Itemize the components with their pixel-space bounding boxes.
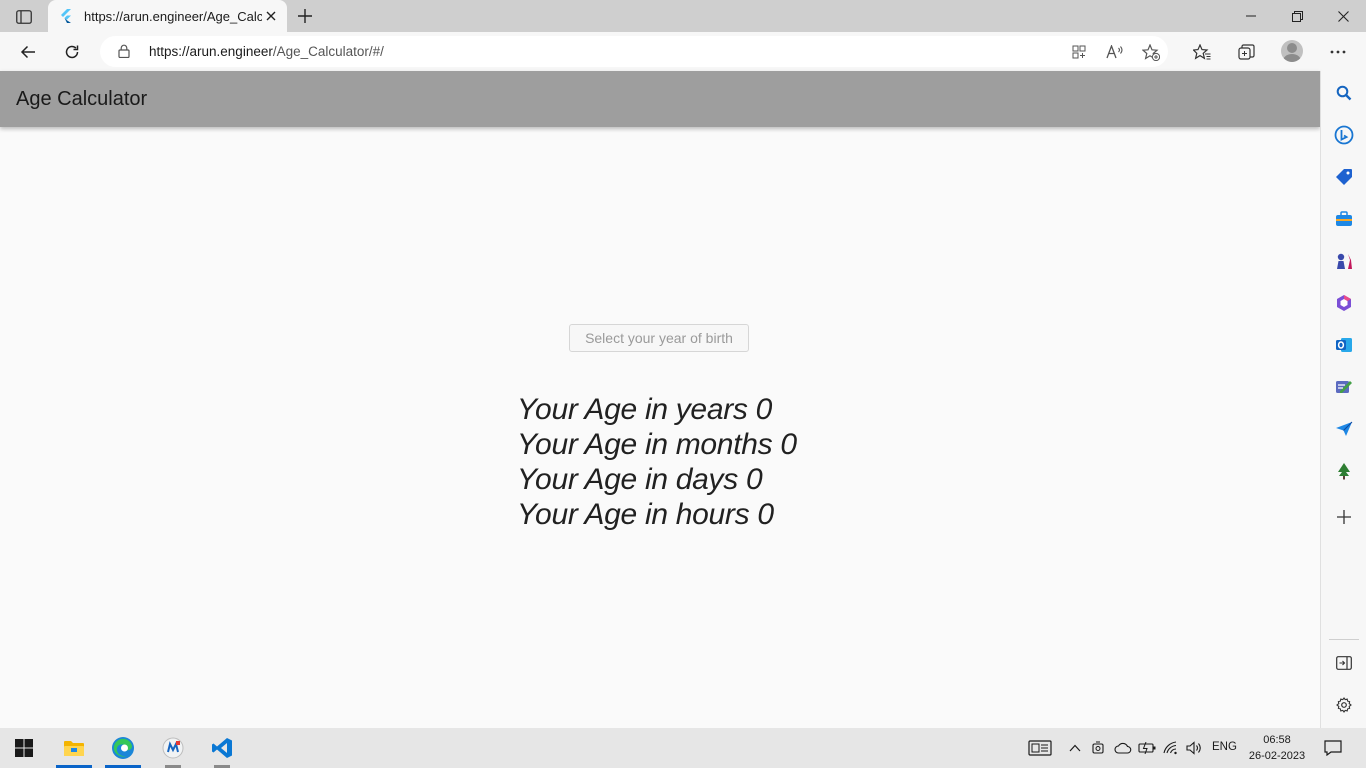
search-icon[interactable] [1333, 82, 1355, 104]
back-button[interactable] [12, 36, 44, 68]
url-origin: https://arun.engineer [149, 44, 273, 59]
address-bar[interactable]: https://arun.engineer/Age_Calculator/#/ [100, 36, 1168, 67]
page-title: Age Calculator [16, 88, 148, 110]
microsoft-365-icon[interactable] [1333, 292, 1355, 314]
app-bar: Age Calculator [0, 71, 1320, 127]
gear-icon[interactable] [1333, 694, 1355, 716]
bing-icon[interactable] [1333, 124, 1355, 146]
onedrive-cloud-icon[interactable] [1113, 738, 1133, 758]
wifi-icon[interactable] [1161, 738, 1181, 758]
browser-toolbar: https://arun.engineer/Age_Calculator/#/ [0, 32, 1366, 71]
meet-camera-icon[interactable] [1089, 738, 1109, 758]
refresh-button[interactable] [56, 36, 88, 68]
profile-avatar[interactable] [1281, 40, 1303, 62]
clock-date: 26-02-2023 [1248, 750, 1306, 762]
input-language[interactable]: ENG [1212, 741, 1237, 753]
browser-tab-strip: https://arun.engineer/Age_Calculator/#/ [0, 0, 1366, 32]
age-results: Your Age in years 0 Your Age in months 0… [517, 392, 797, 532]
collections-icon[interactable] [1230, 36, 1262, 68]
send-paper-plane-icon[interactable] [1333, 418, 1355, 440]
tree-icon[interactable] [1333, 460, 1355, 482]
select-birth-year-button[interactable]: Select your year of birth [569, 324, 749, 352]
volume-icon[interactable] [1185, 738, 1205, 758]
app-available-icon[interactable] [1068, 41, 1090, 63]
browser-tab[interactable]: https://arun.engineer/Age_Calculator/#/ [48, 0, 287, 32]
news-widget-icon[interactable] [1027, 738, 1053, 758]
web-page: Age Calculator Select your year of birth… [0, 71, 1320, 728]
url-path: /Age_Calculator/#/ [272, 44, 384, 59]
restore-button[interactable] [1274, 0, 1320, 32]
add-favorite-icon[interactable] [1140, 41, 1162, 63]
edge-browser-icon[interactable] [101, 728, 145, 768]
age-hours-text: Your Age in hours 0 [517, 498, 774, 531]
hide-sidebar-icon[interactable] [1333, 652, 1355, 674]
battery-icon[interactable] [1137, 738, 1157, 758]
sidebar-divider [1329, 639, 1359, 640]
tools-briefcase-icon[interactable] [1333, 208, 1355, 230]
system-clock[interactable]: 06:58 26-02-2023 [1245, 732, 1309, 764]
games-icon[interactable] [1333, 250, 1355, 272]
windows-taskbar: ENG 06:58 26-02-2023 [0, 728, 1366, 768]
edge-sidebar [1320, 71, 1366, 728]
age-days-text: Your Age in days 0 [517, 463, 763, 496]
tab-title: https://arun.engineer/Age_Calculator/#/ [84, 8, 262, 24]
shopping-tag-icon[interactable] [1333, 166, 1355, 188]
clock-time: 06:58 [1263, 734, 1291, 746]
chevron-up-icon[interactable] [1065, 738, 1085, 758]
drop-icon[interactable] [1333, 376, 1355, 398]
flutter-icon [58, 8, 74, 24]
windows-start-icon[interactable] [2, 728, 46, 768]
close-tab-icon[interactable] [263, 8, 279, 24]
lock-icon[interactable] [118, 44, 130, 63]
read-aloud-icon[interactable] [1104, 41, 1126, 63]
close-window-button[interactable] [1320, 0, 1366, 32]
favorites-icon[interactable] [1186, 36, 1218, 68]
minimize-button[interactable] [1228, 0, 1274, 32]
age-years-text: Your Age in years 0 [517, 393, 773, 426]
tab-actions-icon[interactable] [10, 6, 38, 28]
vscode-icon[interactable] [200, 728, 244, 768]
editor-app-icon[interactable] [151, 728, 195, 768]
settings-more-icon[interactable] [1322, 36, 1354, 68]
age-months-text: Your Age in months 0 [517, 428, 797, 461]
outlook-icon[interactable] [1333, 334, 1355, 356]
add-sidebar-item-icon[interactable] [1333, 506, 1355, 528]
file-explorer-icon[interactable] [52, 728, 96, 768]
notifications-icon[interactable] [1323, 738, 1343, 758]
new-tab-button[interactable] [292, 4, 318, 28]
